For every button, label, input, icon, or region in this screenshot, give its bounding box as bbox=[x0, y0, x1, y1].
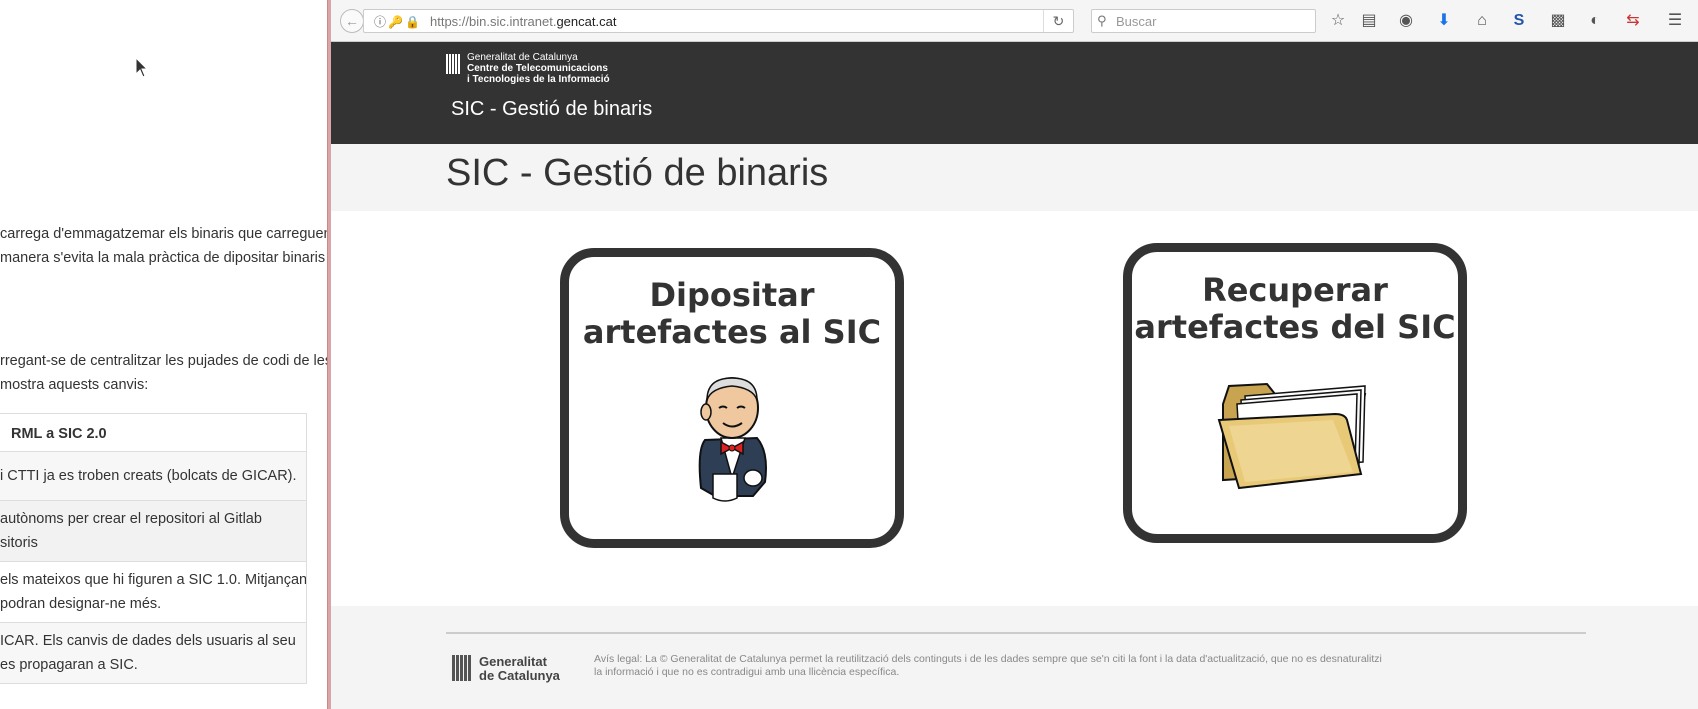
site-header: Generalitat de Catalunya Centre de Telec… bbox=[331, 42, 1698, 144]
extension-screenshot-icon[interactable]: ▩ bbox=[1547, 10, 1569, 32]
extension-sync-icon[interactable]: ⇆ bbox=[1622, 10, 1644, 32]
deposit-card-title: Dipositar artefactes al SIC bbox=[569, 277, 895, 351]
logo-line: Generalitat de Catalunya bbox=[467, 52, 578, 63]
table-row: i CTTI ja es troben creats (bolcats de G… bbox=[0, 451, 306, 500]
footer-divider bbox=[446, 632, 1586, 634]
recover-artifacts-card[interactable]: Recuperar artefactes del SIC bbox=[1123, 243, 1467, 543]
card-title-line: artefactes del SIC bbox=[1134, 308, 1456, 346]
home-icon[interactable]: ⌂ bbox=[1471, 10, 1493, 32]
reload-icon[interactable]: ↻ bbox=[1043, 10, 1073, 32]
bookmark-star-icon[interactable]: ☆ bbox=[1327, 10, 1349, 32]
logo-line: de Catalunya bbox=[479, 668, 560, 683]
table-cell: i CTTI ja es troben creats (bolcats de G… bbox=[0, 468, 297, 484]
site-footer: Generalitat de Catalunya Avís legal: La … bbox=[331, 606, 1698, 709]
mouse-cursor-icon bbox=[135, 57, 149, 78]
logo-line: i Tecnologies de la Informació bbox=[467, 74, 610, 85]
key-icon[interactable]: 🔑 bbox=[388, 15, 405, 29]
recover-card-title: Recuperar artefactes del SIC bbox=[1132, 272, 1458, 346]
header-title[interactable]: SIC - Gestió de binaris bbox=[451, 98, 652, 121]
card-title-line: Recuperar bbox=[1202, 271, 1388, 309]
table-cell: els mateixos que hi figuren a SIC 1.0. M… bbox=[0, 572, 306, 588]
info-icon[interactable]: ⓘ bbox=[374, 15, 388, 29]
folder-icon bbox=[1217, 382, 1367, 490]
doc-line: rregant-se de centralitzar les pujades d… bbox=[0, 353, 329, 369]
card-title-line: artefactes al SIC bbox=[582, 313, 882, 351]
table-cell: ICAR. Els canvis de dades dels usuaris a… bbox=[0, 633, 296, 649]
doc-paragraph: carrega d'emmagatzemar els binaris que c… bbox=[0, 222, 329, 270]
title-band: SIC - Gestió de binaris bbox=[331, 144, 1698, 211]
search-bar[interactable]: ⚲ Buscar bbox=[1091, 9, 1316, 33]
table-cell: autònoms per crear el repositori al Gitl… bbox=[0, 511, 262, 527]
extension-s-icon[interactable]: S bbox=[1508, 10, 1530, 32]
doc-line: manera s'evita la mala pràctica de dipos… bbox=[0, 250, 326, 266]
deposit-artifacts-card[interactable]: Dipositar artefactes al SIC bbox=[560, 248, 904, 548]
doc-table: RML a SIC 2.0 i CTTI ja es troben creats… bbox=[0, 413, 307, 684]
back-arrow-icon: ← bbox=[345, 13, 359, 29]
table-cell: es propagaran a SIC. bbox=[0, 657, 138, 673]
doc-table-header: RML a SIC 2.0 bbox=[11, 426, 107, 442]
search-icon: ⚲ bbox=[1097, 13, 1107, 28]
background-document: carrega d'emmagatzemar els binaris que c… bbox=[0, 0, 329, 709]
table-cell: sitoris bbox=[0, 535, 38, 551]
menu-hamburger-icon[interactable]: ☰ bbox=[1664, 10, 1686, 32]
logo-line: Centre de Telecomunicacions bbox=[467, 63, 608, 74]
doc-paragraph: rregant-se de centralitzar les pujades d… bbox=[0, 349, 329, 397]
doc-line: carrega d'emmagatzemar els binaris que c… bbox=[0, 226, 329, 242]
search-input[interactable]: Buscar bbox=[1116, 14, 1156, 29]
browser-window: ← ⓘ🔑🔒 https://bin.sic.intranet.gencat.ca… bbox=[331, 0, 1698, 709]
gencat-footer-logo-text: Generalitat de Catalunya bbox=[479, 655, 560, 683]
table-row: autònoms per crear el repositori al Gitl… bbox=[0, 500, 306, 561]
pocket-icon[interactable]: ◉ bbox=[1395, 10, 1417, 32]
legal-line: la informació i que no es contradigui am… bbox=[594, 666, 900, 678]
logo-line: Generalitat bbox=[479, 654, 547, 669]
site-info-icons[interactable]: ⓘ🔑🔒 bbox=[374, 13, 422, 30]
legal-notice: Avís legal: La © Generalitat de Cataluny… bbox=[594, 653, 1414, 679]
browser-toolbar: ← ⓘ🔑🔒 https://bin.sic.intranet.gencat.ca… bbox=[331, 0, 1698, 42]
reading-list-icon[interactable]: ▤ bbox=[1358, 10, 1380, 32]
card-title-line: Dipositar bbox=[649, 276, 815, 314]
page-title: SIC - Gestió de binaris bbox=[446, 152, 829, 194]
extension-color-icon[interactable]: ◐ bbox=[1584, 10, 1606, 32]
url-prefix: https://bin.sic.intranet. bbox=[430, 14, 557, 29]
url-bar[interactable]: ⓘ🔑🔒 https://bin.sic.intranet.gencat.cat … bbox=[363, 9, 1074, 33]
jenkins-butler-icon bbox=[698, 377, 767, 502]
table-row: els mateixos que hi figuren a SIC 1.0. M… bbox=[0, 561, 306, 622]
url-domain: gencat.cat bbox=[556, 14, 617, 29]
legal-line: Avís legal: La © Generalitat de Cataluny… bbox=[594, 653, 1382, 665]
gencat-logo-text: Generalitat de Catalunya Centre de Telec… bbox=[467, 52, 610, 85]
table-cell: podran designar-ne més. bbox=[0, 596, 162, 612]
gencat-footer-logo-icon bbox=[452, 655, 474, 681]
lock-icon[interactable]: 🔒 bbox=[405, 15, 422, 29]
url-text[interactable]: https://bin.sic.intranet.gencat.cat bbox=[430, 14, 616, 29]
downloads-icon[interactable]: ⬇ bbox=[1433, 10, 1455, 32]
doc-line: mostra aquests canvis: bbox=[0, 377, 149, 393]
gencat-logo-icon bbox=[446, 54, 463, 74]
back-button[interactable]: ← bbox=[340, 9, 364, 33]
table-row: ICAR. Els canvis de dades dels usuaris a… bbox=[0, 622, 306, 683]
